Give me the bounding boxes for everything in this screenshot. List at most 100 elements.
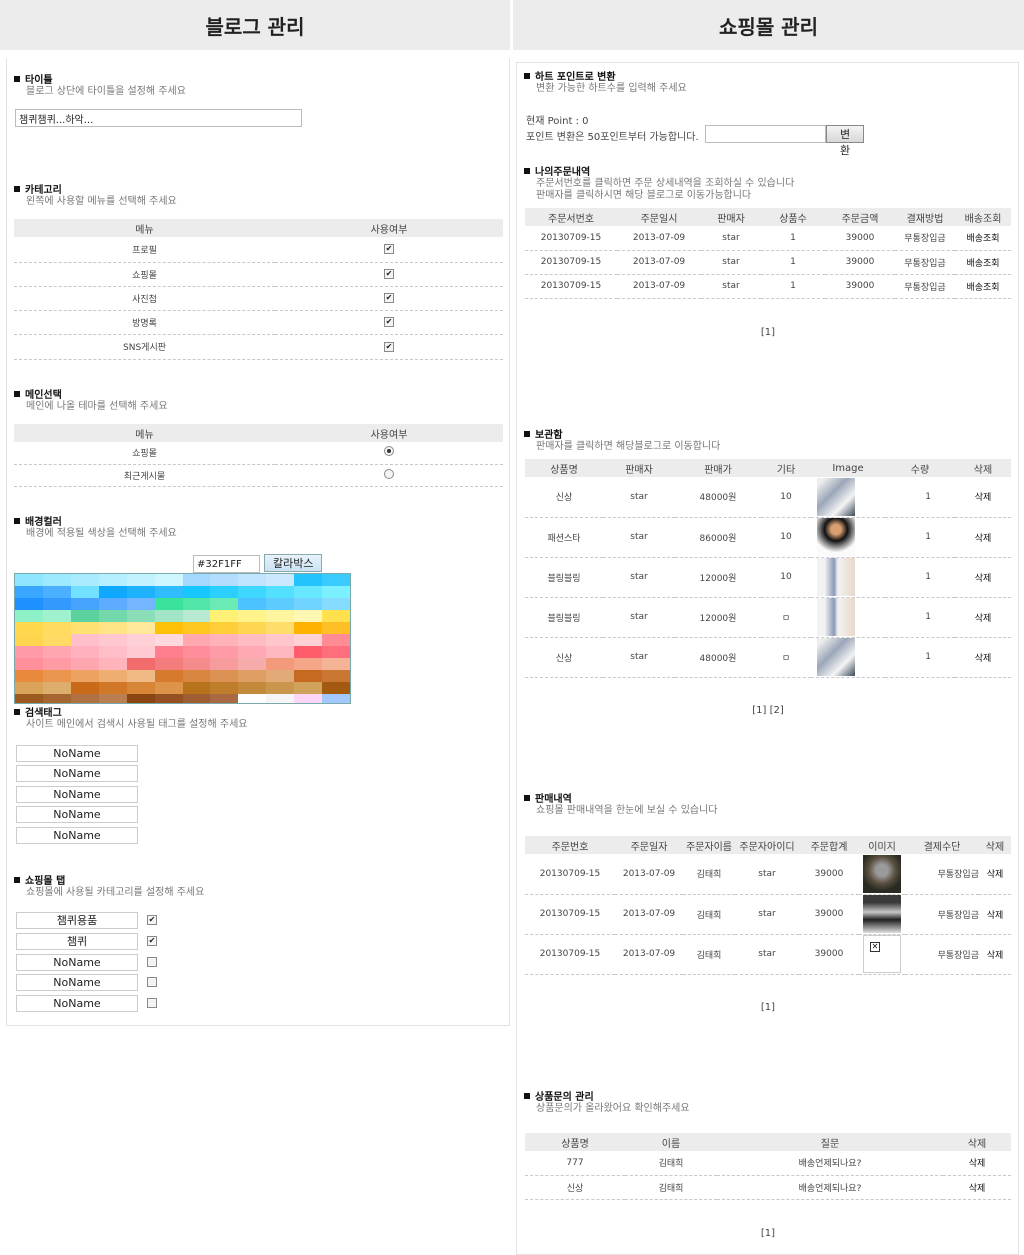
- shop-tab-checkbox[interactable]: [147, 998, 157, 1008]
- table-row: 신상 star 48000원 ㅁ 1 삭제: [525, 637, 1011, 678]
- order-number-link[interactable]: 20130709-15: [525, 854, 615, 895]
- product-photo-icon[interactable]: [817, 638, 855, 676]
- section-desc: 판매자를 클릭하면 해당블로그로 이동합니다: [536, 441, 721, 452]
- shop-tab-input[interactable]: 챔퀴용품: [16, 912, 138, 929]
- order-number-link[interactable]: 20130709-15: [525, 226, 617, 251]
- table-row: SNS게시판 ✔: [14, 334, 503, 360]
- product-photo-icon[interactable]: [817, 477, 855, 516]
- table-row: 방명록 ✔: [14, 310, 503, 335]
- delete-link[interactable]: 삭제: [955, 557, 1011, 598]
- tag-input[interactable]: NoName: [16, 745, 138, 762]
- col-header: 주문자이름: [683, 836, 735, 854]
- section-heading: 메인선택: [14, 390, 168, 401]
- delete-link[interactable]: 삭제: [955, 477, 1011, 518]
- qna-table: 상품명 이름 질문 삭제 777 김태희 배송언제되나요? 삭제 신상 김태희 배송언제되…: [525, 1133, 1011, 1200]
- color-box-button[interactable]: 칼라박스: [264, 554, 323, 572]
- point-input[interactable]: [705, 125, 826, 143]
- product-photo-icon[interactable]: [817, 518, 855, 556]
- main-select-section: 메인선택 메인에 나올 테마를 선택해 주세요: [14, 390, 168, 413]
- section-heading: 쇼핑몰 탭: [14, 876, 204, 887]
- delete-link[interactable]: 삭제: [955, 517, 1011, 558]
- delete-link[interactable]: 삭제: [955, 597, 1011, 638]
- order-number-link[interactable]: 20130709-15: [525, 894, 615, 935]
- delete-link[interactable]: 삭제: [979, 934, 1011, 975]
- qna-pager[interactable]: [1]: [740, 1228, 796, 1239]
- delete-link[interactable]: 삭제: [943, 1175, 1011, 1200]
- track-delivery-link[interactable]: 배송조회: [955, 226, 1011, 251]
- track-delivery-link[interactable]: 배송조회: [955, 274, 1011, 299]
- seller-link[interactable]: star: [603, 557, 675, 598]
- main-select-table: 메뉴 사용여부 쇼핑몰 최근게시물: [14, 424, 503, 487]
- broken-image-icon[interactable]: ✕: [863, 935, 901, 973]
- wishlist-pager[interactable]: [1] [2]: [738, 705, 798, 716]
- col-header: 상품수: [761, 208, 825, 226]
- use-radio[interactable]: [384, 446, 394, 457]
- shop-tab-input[interactable]: NoName: [16, 974, 138, 991]
- section-desc: 판매자를 클릭하시면 해당 블로그로 이동가능합니다: [536, 190, 752, 201]
- order-number-link[interactable]: 20130709-15: [525, 274, 617, 299]
- seller-link[interactable]: star: [701, 274, 761, 299]
- delete-link[interactable]: 삭제: [979, 894, 1011, 935]
- col-header: 주문서번호: [525, 208, 617, 226]
- shop-tab-input[interactable]: NoName: [16, 995, 138, 1012]
- menu-name: 방명록: [14, 310, 275, 335]
- sales-pager[interactable]: [1]: [740, 1002, 796, 1013]
- use-checkbox[interactable]: ✔: [384, 341, 394, 352]
- section-desc: 상품문의가 올라왔어요 확인해주세요: [536, 1103, 690, 1114]
- shop-tab-input[interactable]: NoName: [16, 954, 138, 971]
- question-link[interactable]: 배송언제되나요?: [717, 1175, 943, 1200]
- use-checkbox[interactable]: ✔: [384, 293, 394, 303]
- tag-input[interactable]: NoName: [16, 827, 138, 844]
- seller-link[interactable]: star: [603, 637, 675, 678]
- track-delivery-link[interactable]: 배송조회: [955, 250, 1011, 275]
- seller-link[interactable]: star: [701, 250, 761, 275]
- seller-link[interactable]: star: [603, 477, 675, 518]
- product-name: 패션스타: [525, 517, 603, 558]
- section-desc: 메인에 나올 테마를 선택해 주세요: [26, 401, 168, 412]
- use-checkbox[interactable]: ✔: [384, 317, 394, 327]
- section-desc: 주문서번호를 클릭하면 주문 상세내역을 조회하실 수 있습니다: [536, 178, 795, 189]
- blog-title-input[interactable]: [15, 109, 302, 127]
- table-row: 사진첩 ✔: [14, 286, 503, 311]
- menu-name: 최근게시물: [14, 464, 275, 487]
- product-photo-icon[interactable]: [817, 598, 855, 636]
- table-row: 최근게시물: [14, 464, 503, 487]
- col-use: 사용여부: [275, 219, 503, 237]
- shop-tab-checkbox[interactable]: ✔: [147, 936, 157, 946]
- col-header: 질문: [717, 1133, 943, 1151]
- delete-link[interactable]: 삭제: [943, 1151, 1011, 1176]
- seller-link[interactable]: star: [603, 517, 675, 558]
- bg-color-section: 배경컬러 배경에 적용될 색상을 선택해 주세요: [14, 517, 177, 540]
- col-header: 주문합계: [799, 836, 859, 854]
- shop-tab-checkbox[interactable]: [147, 957, 157, 967]
- delete-link[interactable]: 삭제: [979, 854, 1011, 895]
- question-link[interactable]: 배송언제되나요?: [717, 1151, 943, 1176]
- table-row: 블링블링 star 12000원 10 1 삭제: [525, 557, 1011, 598]
- convert-button[interactable]: 변환: [826, 125, 864, 157]
- color-palette[interactable]: [14, 573, 351, 704]
- bullet-icon: [14, 76, 20, 82]
- shop-tab-section: 쇼핑몰 탭 쇼핑몰에 사용될 카테고리를 설정해 주세요: [14, 876, 204, 899]
- color-code-input[interactable]: [193, 555, 260, 573]
- use-radio[interactable]: [384, 468, 394, 479]
- order-number-link[interactable]: 20130709-15: [525, 250, 617, 275]
- bullet-icon: [524, 1093, 530, 1099]
- shop-tab-checkbox[interactable]: ✔: [147, 915, 157, 925]
- col-header: 삭제: [943, 1133, 1011, 1151]
- use-checkbox[interactable]: ✔: [384, 244, 394, 255]
- use-checkbox[interactable]: ✔: [384, 269, 394, 279]
- koala-photo-icon[interactable]: [863, 854, 901, 893]
- shop-tab-checkbox[interactable]: [147, 977, 157, 987]
- seller-link[interactable]: star: [603, 597, 675, 638]
- tag-input[interactable]: NoName: [16, 786, 138, 803]
- delete-link[interactable]: 삭제: [955, 637, 1011, 678]
- order-number-link[interactable]: 20130709-15: [525, 934, 615, 975]
- tag-input[interactable]: NoName: [16, 765, 138, 782]
- shop-admin-header: 쇼핑몰 관리: [513, 0, 1024, 50]
- product-photo-icon[interactable]: [863, 895, 901, 933]
- orders-pager[interactable]: [1]: [740, 327, 796, 338]
- tag-input[interactable]: NoName: [16, 806, 138, 823]
- product-photo-icon[interactable]: [817, 558, 855, 596]
- seller-link[interactable]: star: [701, 226, 761, 251]
- shop-tab-input[interactable]: 챔퀴: [16, 933, 138, 950]
